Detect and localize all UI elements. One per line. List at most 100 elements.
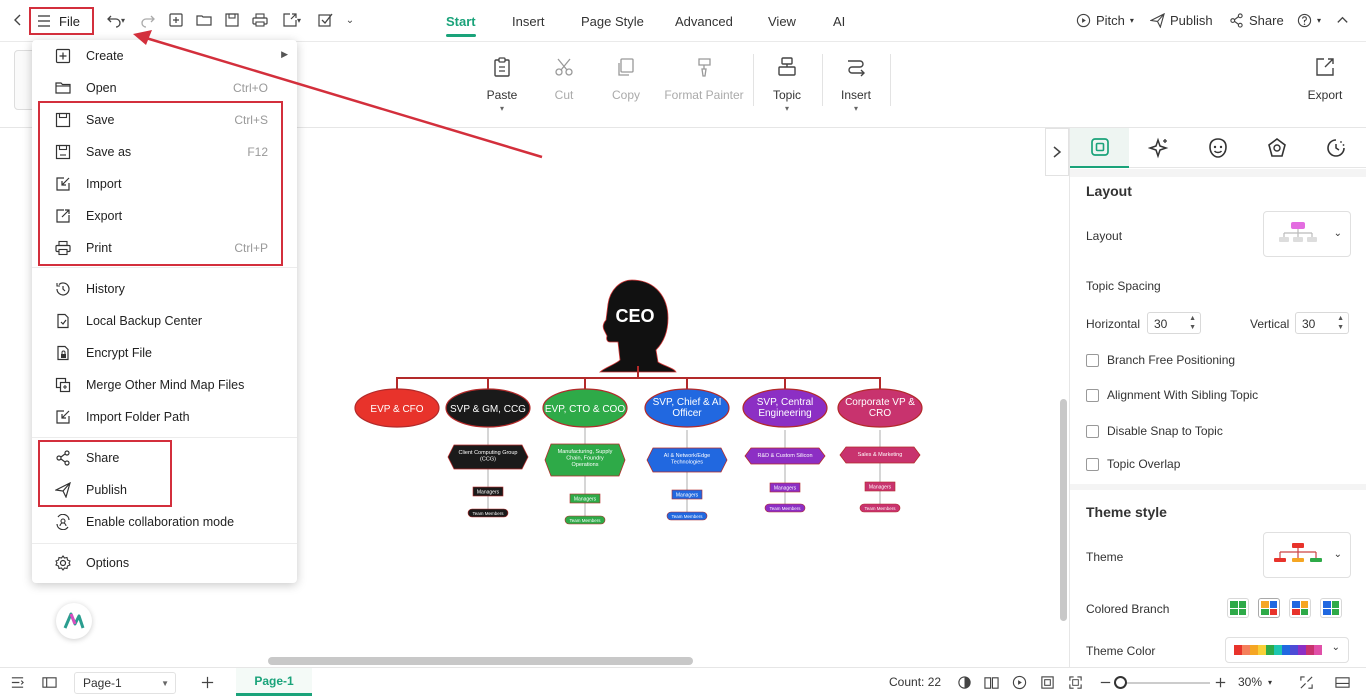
book-icon[interactable] xyxy=(984,675,999,690)
colored-branch-option-1[interactable] xyxy=(1227,598,1249,618)
pitch-label: Pitch xyxy=(1096,13,1125,28)
colored-branch-option-3[interactable] xyxy=(1289,598,1311,618)
chevron-right-icon: ▶ xyxy=(281,49,288,59)
team-label: Team Members xyxy=(569,518,601,523)
tab-insert[interactable]: Insert xyxy=(512,14,545,29)
stepper-arrows-icon[interactable]: ▲ ▼ xyxy=(1189,314,1196,332)
theme-select[interactable]: ⌄ xyxy=(1263,532,1351,578)
branch-node[interactable]: EVP & CFO xyxy=(354,388,440,428)
tab-ai-sparkle[interactable] xyxy=(1129,128,1188,168)
insert-label: Insert xyxy=(840,88,871,102)
alignment-sibling-checkbox[interactable]: Alignment With Sibling Topic xyxy=(1086,388,1258,402)
branch-free-positioning-checkbox[interactable]: Branch Free Positioning xyxy=(1086,353,1235,367)
colored-branch-option-4[interactable] xyxy=(1320,598,1342,618)
insert-button[interactable]: Insert ▾ xyxy=(816,56,896,113)
tab-style[interactable] xyxy=(1070,128,1129,168)
pitch-button[interactable]: Pitch ▾ xyxy=(1076,13,1134,28)
branch-title: SVP & GM, CCG xyxy=(450,404,526,415)
horizontal-scrollbar[interactable] xyxy=(268,657,693,665)
chevron-down-icon: ⌄ xyxy=(1333,549,1342,560)
page-tab-label: Page-1 xyxy=(254,673,294,688)
back-icon[interactable] xyxy=(8,10,28,30)
copy-icon xyxy=(618,58,634,76)
copy-button[interactable]: Copy xyxy=(586,56,666,102)
zoom-slider[interactable] xyxy=(1114,682,1210,684)
tab-history[interactable] xyxy=(1306,128,1365,168)
vertical-scrollbar[interactable] xyxy=(1060,399,1067,621)
ai-assistant-logo[interactable] xyxy=(56,603,92,639)
topic-overlap-checkbox[interactable]: Topic Overlap xyxy=(1086,457,1180,471)
zoom-dropdown-icon[interactable]: ▾ xyxy=(1268,678,1272,687)
export-ribbon-button[interactable]: Export xyxy=(1285,56,1365,102)
tab-view[interactable]: View xyxy=(768,14,796,29)
more-dropdown-icon[interactable]: ⌄ xyxy=(340,10,360,30)
topic-button[interactable]: Topic ▾ xyxy=(747,56,827,113)
publish-button[interactable]: Publish xyxy=(1150,13,1213,28)
fullscreen-icon[interactable] xyxy=(1068,675,1083,690)
checkbox-box[interactable] xyxy=(1086,353,1099,367)
zoom-out-icon[interactable] xyxy=(1098,675,1113,690)
stepper-arrows-icon[interactable]: ▲ ▼ xyxy=(1337,314,1344,332)
menu-item-encrypt-file[interactable]: Encrypt File xyxy=(32,338,297,368)
zoom-in-icon[interactable] xyxy=(1213,675,1228,690)
open-folder-icon[interactable] xyxy=(194,10,214,30)
expand-window-icon[interactable] xyxy=(1299,675,1314,690)
menu-item-open[interactable]: Open Ctrl+O xyxy=(32,73,297,103)
save-icon[interactable] xyxy=(222,10,242,30)
layout-heading: Layout xyxy=(1086,183,1132,199)
checkbox-box[interactable] xyxy=(1086,388,1099,402)
page-list-icon[interactable] xyxy=(10,675,25,690)
checkbox-box[interactable] xyxy=(1086,457,1099,471)
insert-relation-icon xyxy=(848,60,865,77)
help-button[interactable]: ▾ xyxy=(1297,13,1321,28)
play-icon[interactable] xyxy=(1012,675,1027,690)
menu-item-history[interactable]: History xyxy=(32,274,297,304)
vertical-spacing-input[interactable]: 30 ▲ ▼ xyxy=(1295,312,1349,334)
tab-page-style[interactable]: Page Style xyxy=(581,14,644,29)
tab-icons[interactable] xyxy=(1188,128,1247,168)
add-page-icon[interactable] xyxy=(200,675,215,690)
export-dropdown-icon[interactable]: ▾ xyxy=(294,10,304,30)
menu-item-local-backup[interactable]: Local Backup Center xyxy=(32,306,297,336)
paper-plane-icon xyxy=(1150,13,1165,28)
tab-advanced[interactable]: Advanced xyxy=(675,14,733,29)
menu-item-create[interactable]: Create ▶ xyxy=(32,41,297,71)
colored-branch-option-2[interactable] xyxy=(1258,598,1280,618)
collapse-ribbon-button[interactable] xyxy=(1335,13,1350,28)
print-icon[interactable] xyxy=(250,10,270,30)
checkbox-box[interactable] xyxy=(1086,424,1099,438)
redo-icon[interactable] xyxy=(138,10,158,30)
tab-start[interactable]: Start xyxy=(446,14,476,37)
page-select[interactable]: Page-1 ▼ xyxy=(74,672,176,694)
theme-mode-icon[interactable] xyxy=(957,675,972,690)
page-tab-1[interactable]: Page-1 xyxy=(236,668,312,696)
smiley-icon xyxy=(1208,138,1227,158)
fit-page-icon[interactable] xyxy=(1040,675,1055,690)
zoom-level[interactable]: 30% xyxy=(1238,675,1262,689)
new-file-icon[interactable] xyxy=(166,10,186,30)
share-button[interactable]: Share xyxy=(1229,13,1284,28)
expand-panel-button[interactable] xyxy=(1045,128,1069,176)
tab-theme[interactable] xyxy=(1247,128,1306,168)
panel-tabs xyxy=(1070,128,1366,168)
zoom-slider-handle[interactable] xyxy=(1114,676,1127,689)
panel-toggle-icon[interactable] xyxy=(1335,675,1350,690)
theme-color-select[interactable]: ⌄ xyxy=(1225,637,1349,663)
scissors-icon xyxy=(555,58,573,76)
checkbox-label: Branch Free Positioning xyxy=(1107,353,1236,367)
disable-snap-checkbox[interactable]: Disable Snap to Topic xyxy=(1086,424,1223,438)
ceo-node[interactable]: CEO xyxy=(599,279,677,373)
tab-ai[interactable]: AI xyxy=(833,14,845,29)
undo-dropdown-icon[interactable]: ▾ xyxy=(118,10,128,30)
annotation-box-share-group xyxy=(38,440,172,507)
menu-item-import-folder[interactable]: Import Folder Path xyxy=(32,402,297,432)
sidebar-toggle-icon[interactable] xyxy=(42,675,57,690)
check-box-icon[interactable] xyxy=(315,10,335,30)
menu-item-options[interactable]: Options xyxy=(32,548,297,578)
layout-select[interactable]: ⌄ xyxy=(1263,211,1351,257)
horizontal-spacing-input[interactable]: 30 ▲ ▼ xyxy=(1147,312,1201,334)
menu-item-collaboration[interactable]: Enable collaboration mode xyxy=(32,507,297,537)
format-painter-button[interactable]: Format Painter xyxy=(663,56,745,102)
menu-item-merge-files[interactable]: Merge Other Mind Map Files xyxy=(32,370,297,400)
chevron-down-icon: ⌄ xyxy=(1331,642,1340,653)
